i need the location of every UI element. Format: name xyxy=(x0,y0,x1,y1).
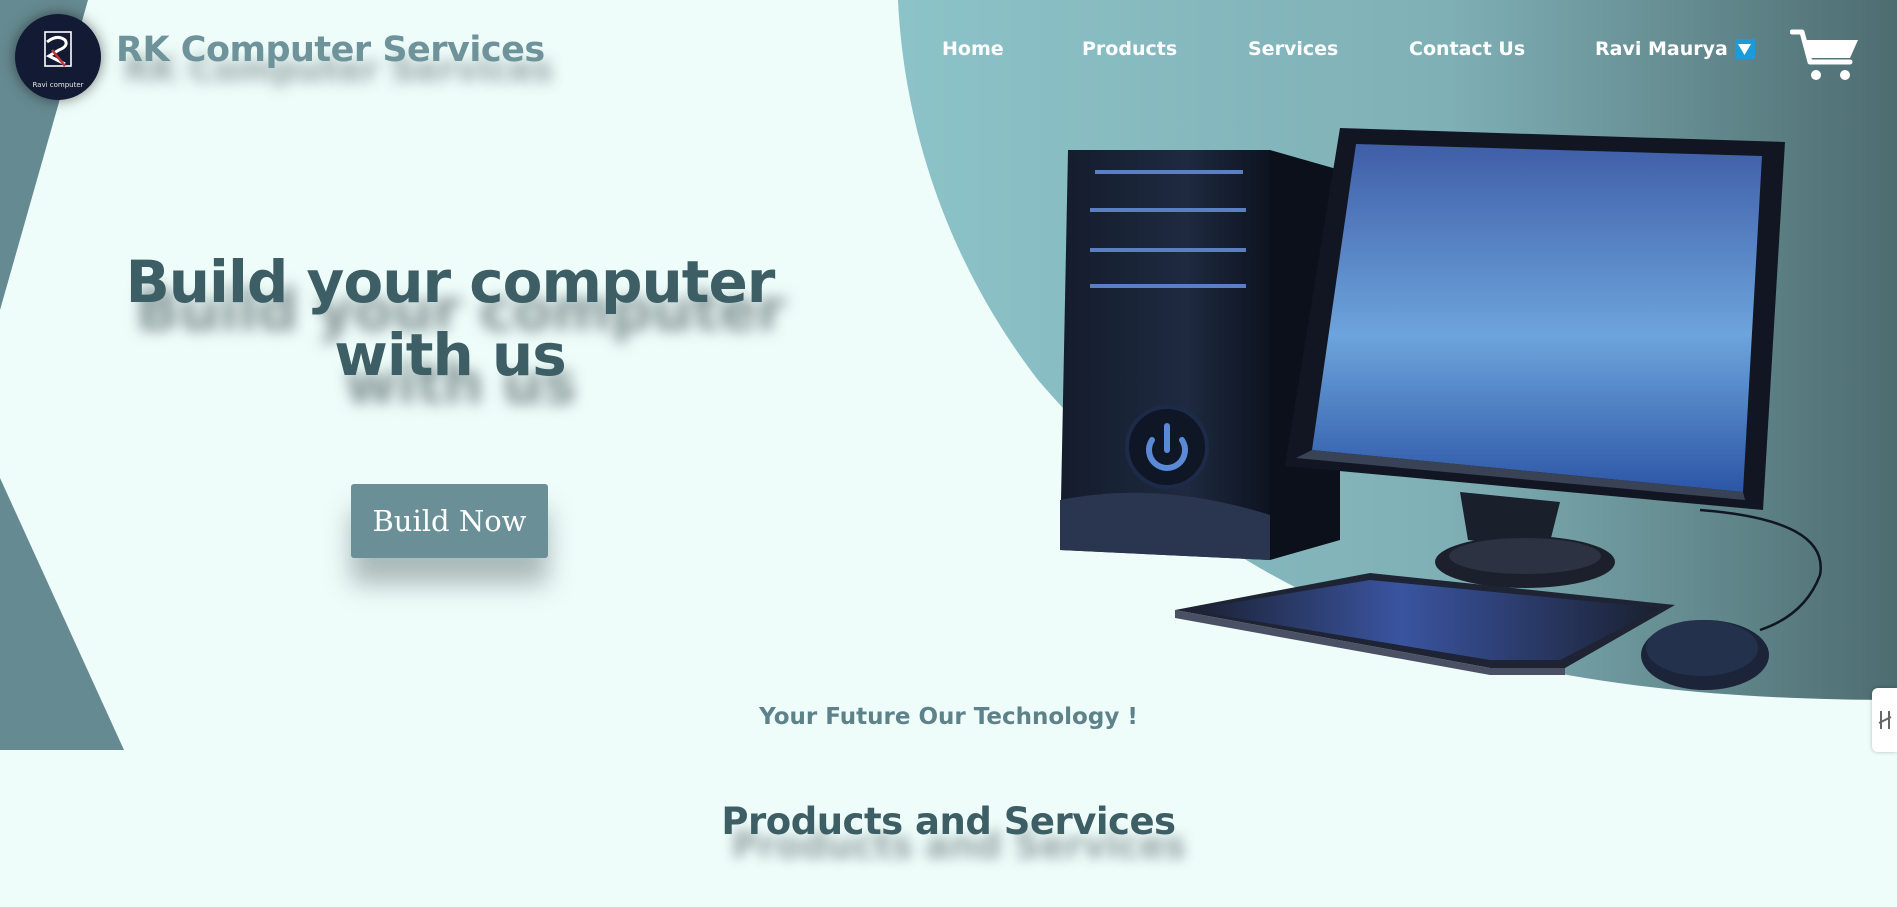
nav-services[interactable]: Services xyxy=(1248,38,1338,60)
user-menu[interactable]: Ravi Maurya xyxy=(1595,38,1755,60)
side-tab[interactable] xyxy=(1872,688,1897,752)
products-services-heading: Products and Services xyxy=(721,800,1176,843)
tagline: Your Future Our Technology ! xyxy=(759,704,1138,730)
hero-title-line-2: with us xyxy=(334,321,566,389)
logo-caption: Ravi computer xyxy=(32,80,84,89)
nav-home[interactable]: Home xyxy=(942,38,1004,60)
build-now-button[interactable]: Build Now xyxy=(351,484,548,558)
brand-name[interactable]: RK Computer Services xyxy=(116,30,545,70)
cart-icon[interactable] xyxy=(1790,28,1860,82)
nav-contact-us[interactable]: Contact Us xyxy=(1409,38,1525,60)
desktop-computer-illustration xyxy=(1060,128,1822,690)
brand-logo[interactable]: Ravi computer xyxy=(15,14,101,100)
dropdown-arrow-icon[interactable] xyxy=(1734,39,1755,59)
side-tab-icon xyxy=(1878,711,1891,729)
user-name: Ravi Maurya xyxy=(1595,38,1728,60)
hero-title: Build your computer with us xyxy=(90,246,810,392)
logo-mark-icon xyxy=(44,30,72,67)
hero-title-line-1: Build your computer xyxy=(125,248,776,316)
nav-products[interactable]: Products xyxy=(1082,38,1177,60)
